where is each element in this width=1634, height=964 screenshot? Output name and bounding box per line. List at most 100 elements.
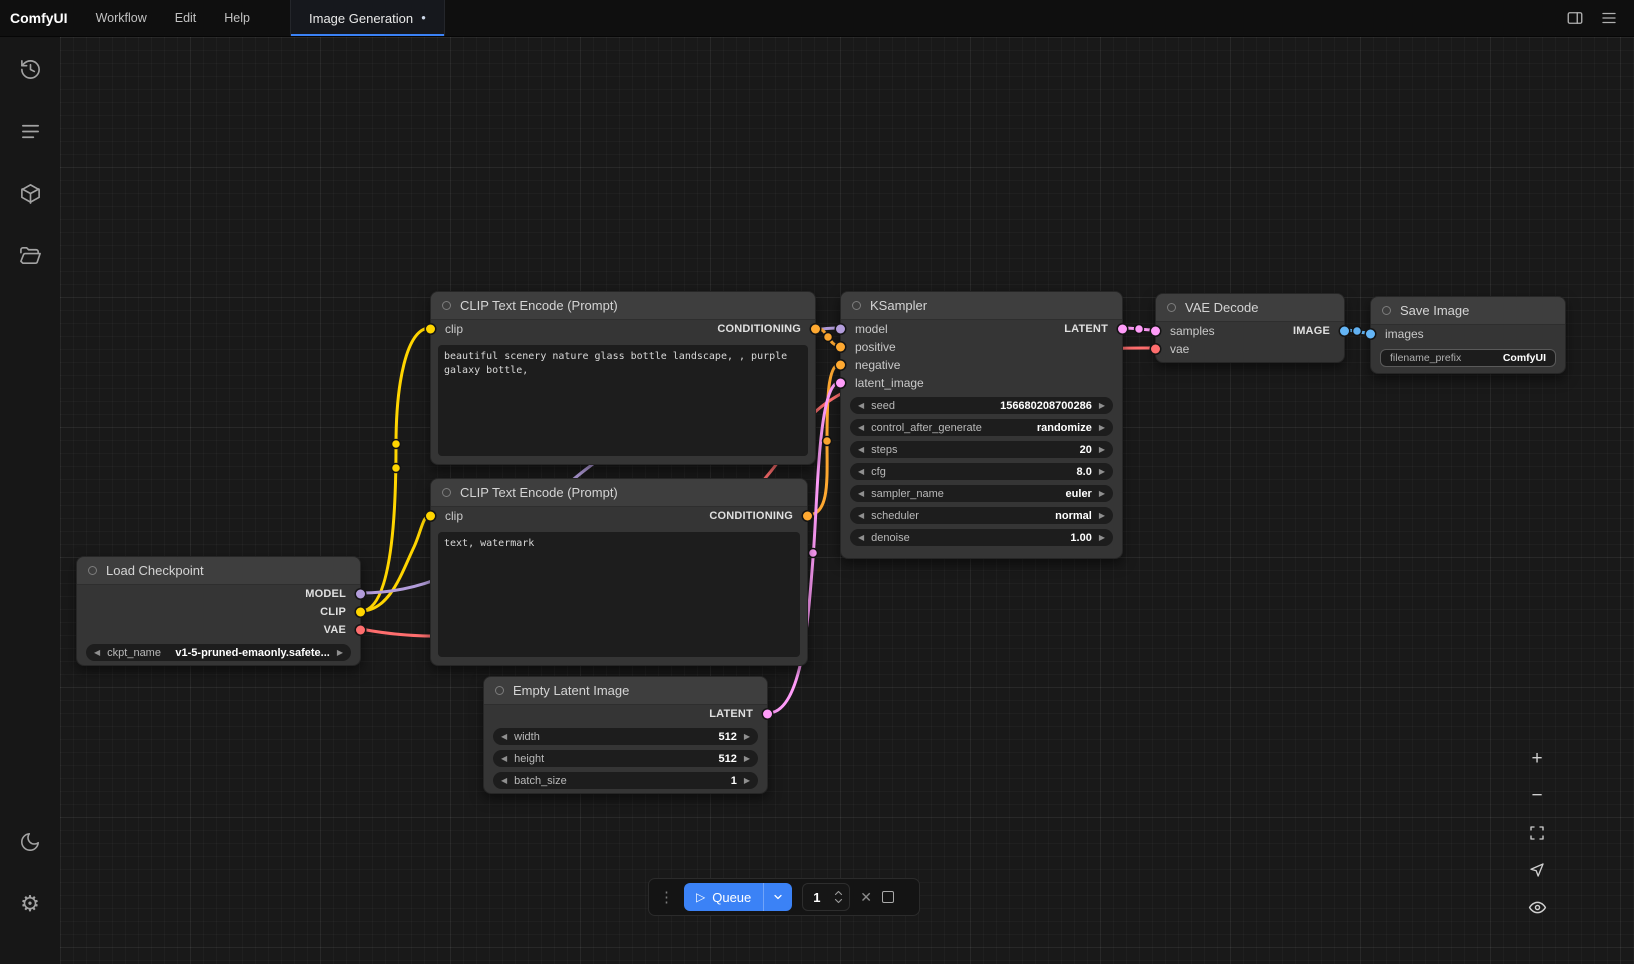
sidebar-item-queue-history[interactable] — [18, 57, 42, 81]
stepper-down-icon[interactable] — [834, 898, 843, 904]
widget-seed[interactable]: ◀ seed 156680208700286 ▶ — [850, 397, 1113, 414]
node-save-image[interactable]: Save Image images filename_prefix ComfyU… — [1370, 296, 1566, 374]
select-mode-button[interactable] — [1524, 857, 1550, 883]
node-header[interactable]: Empty Latent Image — [484, 677, 767, 705]
collapse-dot[interactable] — [495, 686, 504, 695]
widget-sampler-name[interactable]: ◀ sampler_name euler ▶ — [850, 485, 1113, 502]
node-header[interactable]: CLIP Text Encode (Prompt) — [431, 292, 815, 320]
node-header[interactable]: Load Checkpoint — [77, 557, 360, 585]
decrement-arrow-icon[interactable]: ◀ — [858, 490, 864, 498]
decrement-arrow-icon[interactable]: ◀ — [858, 534, 864, 542]
widget-batch-size[interactable]: ◀ batch_size 1 ▶ — [493, 772, 758, 789]
input-port-clip[interactable] — [426, 325, 435, 334]
decrement-arrow-icon[interactable]: ◀ — [501, 777, 507, 785]
collapse-dot[interactable] — [1167, 303, 1176, 312]
collapse-dot[interactable] — [88, 566, 97, 575]
input-port-samples[interactable] — [1151, 327, 1160, 336]
prompt-text-input[interactable]: beautiful scenery nature glass bottle la… — [438, 345, 808, 456]
increment-arrow-icon[interactable]: ▶ — [1099, 446, 1105, 454]
input-port-model[interactable] — [836, 325, 845, 334]
output-port-clip[interactable] — [356, 608, 365, 617]
sidebar-item-node-library[interactable] — [18, 119, 42, 143]
increment-arrow-icon[interactable]: ▶ — [744, 733, 750, 741]
menu-workflow[interactable]: Workflow — [82, 0, 161, 36]
increment-arrow-icon[interactable]: ▶ — [1099, 424, 1105, 432]
decrement-arrow-icon[interactable]: ◀ — [858, 402, 864, 410]
node-header[interactable]: CLIP Text Encode (Prompt) — [431, 479, 807, 507]
menu-help[interactable]: Help — [210, 0, 264, 36]
node-vae-decode[interactable]: VAE Decode samples IMAGE vae — [1155, 293, 1345, 363]
input-port-clip[interactable] — [426, 512, 435, 521]
decrement-arrow-icon[interactable]: ◀ — [858, 468, 864, 476]
theme-toggle-button[interactable] — [18, 830, 42, 854]
settings-button[interactable]: ⚙ — [18, 892, 42, 916]
widget-control-after-generate[interactable]: ◀ control_after_generate randomize ▶ — [850, 419, 1113, 436]
toggle-panel-button[interactable] — [1566, 9, 1584, 27]
tab-image-generation[interactable]: Image Generation ● — [290, 0, 445, 36]
input-port-negative[interactable] — [836, 361, 845, 370]
decrement-arrow-icon[interactable]: ◀ — [858, 446, 864, 454]
input-port-vae[interactable] — [1151, 345, 1160, 354]
output-port-latent[interactable] — [763, 710, 772, 719]
decrement-arrow-icon[interactable]: ◀ — [501, 755, 507, 763]
collapse-dot[interactable] — [1382, 306, 1391, 315]
output-port-image[interactable] — [1340, 327, 1349, 336]
prompt-text-input[interactable]: text, watermark — [438, 532, 800, 657]
output-port-vae[interactable] — [356, 626, 365, 635]
toggle-link-visibility-button[interactable] — [1524, 894, 1550, 920]
menu-edit[interactable]: Edit — [161, 0, 211, 36]
zoom-in-button[interactable]: + — [1524, 746, 1550, 772]
output-port-conditioning[interactable] — [811, 325, 820, 334]
drag-handle-icon[interactable]: ⋮ — [659, 888, 674, 906]
sidebar-item-model-library[interactable] — [18, 181, 42, 205]
stepper-up-icon[interactable] — [834, 890, 843, 896]
widget-steps[interactable]: ◀ steps 20 ▶ — [850, 441, 1113, 458]
decrement-arrow-icon[interactable]: ◀ — [94, 649, 100, 657]
collapse-dot[interactable] — [442, 301, 451, 310]
main-menu-button[interactable] — [1600, 9, 1618, 27]
output-port-model[interactable] — [356, 590, 365, 599]
increment-arrow-icon[interactable]: ▶ — [744, 777, 750, 785]
queue-options-button[interactable] — [764, 891, 792, 903]
node-empty-latent-image[interactable]: Empty Latent Image LATENT ◀ width 512 ▶ … — [483, 676, 768, 794]
node-header[interactable]: KSampler — [841, 292, 1122, 320]
clear-queue-button[interactable]: ✕ — [860, 889, 872, 906]
sidebar-item-workflows[interactable] — [18, 243, 42, 267]
batch-count-input[interactable]: 1 — [802, 883, 850, 911]
decrement-arrow-icon[interactable]: ◀ — [501, 733, 507, 741]
increment-arrow-icon[interactable]: ▶ — [1099, 512, 1105, 520]
decrement-arrow-icon[interactable]: ◀ — [858, 424, 864, 432]
increment-arrow-icon[interactable]: ▶ — [744, 755, 750, 763]
increment-arrow-icon[interactable]: ▶ — [337, 649, 343, 657]
widget-filename-prefix[interactable]: filename_prefix ComfyUI — [1380, 349, 1556, 367]
widget-denoise[interactable]: ◀ denoise 1.00 ▶ — [850, 529, 1113, 546]
output-port-conditioning[interactable] — [803, 512, 812, 521]
input-port-images[interactable] — [1366, 330, 1375, 339]
collapse-dot[interactable] — [852, 301, 861, 310]
input-port-latent-image[interactable] — [836, 379, 845, 388]
queue-button[interactable]: ▷ Queue — [684, 890, 763, 905]
zoom-out-button[interactable]: − — [1524, 783, 1550, 809]
node-load-checkpoint[interactable]: Load Checkpoint MODEL CLIP VAE ◀ ckpt_na… — [76, 556, 361, 666]
node-clip-text-encode-negative[interactable]: CLIP Text Encode (Prompt) clip CONDITION… — [430, 478, 808, 666]
increment-arrow-icon[interactable]: ▶ — [1099, 490, 1105, 498]
widget-height[interactable]: ◀ height 512 ▶ — [493, 750, 758, 767]
stop-button[interactable] — [882, 891, 894, 903]
increment-arrow-icon[interactable]: ▶ — [1099, 468, 1105, 476]
collapse-dot[interactable] — [442, 488, 451, 497]
input-port-positive[interactable] — [836, 343, 845, 352]
node-header[interactable]: Save Image — [1371, 297, 1565, 325]
widget-width[interactable]: ◀ width 512 ▶ — [493, 728, 758, 745]
decrement-arrow-icon[interactable]: ◀ — [858, 512, 864, 520]
node-ksampler[interactable]: KSampler model LATENT positive negative … — [840, 291, 1123, 559]
widget-scheduler[interactable]: ◀ scheduler normal ▶ — [850, 507, 1113, 524]
node-clip-text-encode-positive[interactable]: CLIP Text Encode (Prompt) clip CONDITION… — [430, 291, 816, 465]
node-header[interactable]: VAE Decode — [1156, 294, 1344, 322]
increment-arrow-icon[interactable]: ▶ — [1099, 534, 1105, 542]
output-port-latent[interactable] — [1118, 325, 1127, 334]
widget-ckpt-name[interactable]: ◀ ckpt_name v1-5-pruned-emaonly.safete..… — [86, 644, 351, 661]
increment-arrow-icon[interactable]: ▶ — [1099, 402, 1105, 410]
fit-view-button[interactable] — [1524, 820, 1550, 846]
app-logo[interactable]: ComfyUI — [0, 0, 82, 36]
widget-cfg[interactable]: ◀ cfg 8.0 ▶ — [850, 463, 1113, 480]
